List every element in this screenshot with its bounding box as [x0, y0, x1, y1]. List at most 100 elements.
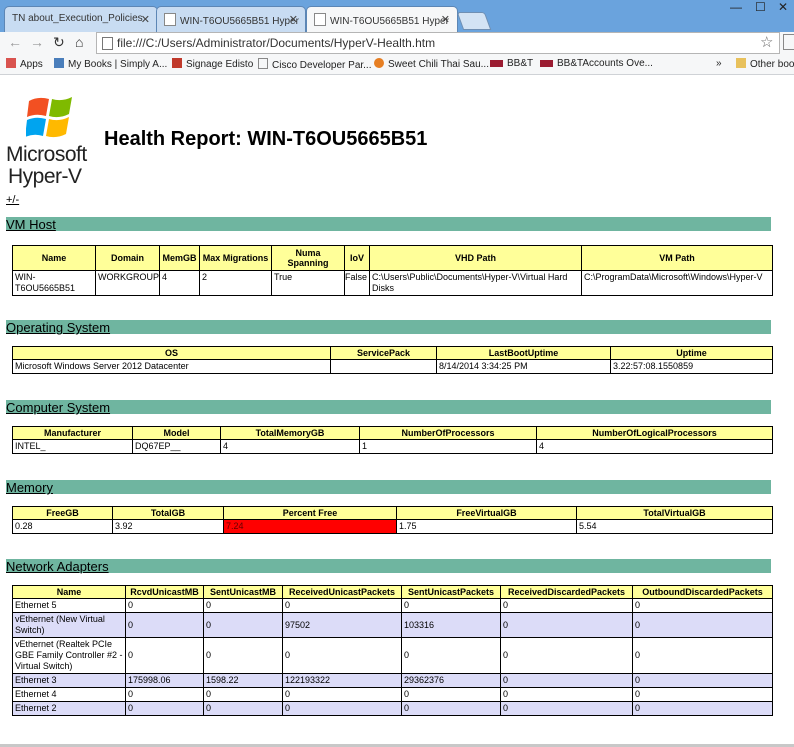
minimize-button[interactable]: — [730, 0, 742, 14]
table-header-row: Manufacturer Model TotalMemoryGB NumberO… [12, 426, 773, 440]
column-header: TotalVirtualGB [576, 506, 773, 520]
table-cell: INTEL_ [12, 439, 133, 454]
table-cell: 0 [282, 598, 402, 613]
table-row: Ethernet 2 0 0 0 0 0 0 [12, 701, 773, 716]
page-content: Microsoft Hyper-V Health Report: WIN-T6O… [0, 75, 794, 747]
table-cell: 29362376 [401, 673, 501, 688]
bookmark-icon [54, 58, 64, 68]
table-cell [330, 359, 437, 374]
table-row: vEthernet (New Virtual Switch) 0 0 97502… [12, 612, 773, 638]
bbt-icon [540, 60, 553, 67]
other-bookmarks-folder[interactable]: Other boo [736, 58, 794, 70]
table-cell: 0 [632, 687, 773, 702]
bookmark-icon [172, 58, 182, 68]
close-window-button[interactable]: ✕ [778, 0, 788, 14]
column-header: Percent Free [223, 506, 397, 520]
computer-system-table: Manufacturer Model TotalMemoryGB NumberO… [12, 426, 773, 454]
new-tab-button[interactable] [456, 12, 492, 30]
home-icon[interactable]: ⌂ [75, 34, 83, 50]
tab-execution-policies[interactable]: TN about_Execution_Policies ✕ [4, 6, 158, 32]
table-cell: 2 [199, 270, 272, 296]
table-row: Ethernet 3 175998.06 1598.22 122193322 2… [12, 673, 773, 688]
table-cell: 5.54 [576, 519, 773, 534]
close-icon[interactable]: ✕ [141, 13, 150, 26]
close-icon[interactable]: ✕ [289, 13, 298, 26]
bookmark-signage-edisto[interactable]: Signage Edisto [172, 58, 253, 70]
table-cell: 8/14/2014 3:34:25 PM [436, 359, 611, 374]
table-cell: 97502 [282, 612, 402, 638]
reload-icon[interactable]: ↻ [53, 34, 65, 51]
table-cell: 0 [632, 637, 773, 674]
bookmark-my-books[interactable]: My Books | Simply A... [54, 58, 167, 70]
bookmark-sweet-chili[interactable]: Sweet Chili Thai Sau... [374, 58, 489, 70]
table-cell: 0 [125, 701, 204, 716]
tab-title: WIN-T6OU5665B51 Hyper [330, 16, 449, 27]
table-cell: 0 [282, 701, 402, 716]
toggle-link[interactable]: +/- [6, 194, 19, 206]
table-cell: 3.22:57:08.1550859 [610, 359, 773, 374]
table-cell: 0 [500, 673, 633, 688]
column-header: Model [132, 426, 221, 440]
table-cell: Ethernet 4 [12, 687, 126, 702]
menu-icon[interactable] [783, 34, 794, 50]
table-cell: Ethernet 5 [12, 598, 126, 613]
column-header: Name [12, 245, 96, 271]
address-text: file:///C:/Users/Administrator/Documents… [117, 36, 436, 50]
table-cell: 0 [125, 598, 204, 613]
page-icon [314, 13, 326, 26]
close-icon[interactable]: ✕ [441, 13, 450, 26]
folder-icon [736, 58, 746, 68]
bookmark-apps[interactable]: Apps [6, 58, 43, 70]
table-cell: 0 [500, 687, 633, 702]
forward-arrow-icon[interactable]: → [30, 34, 44, 50]
column-header: ServicePack [330, 346, 437, 360]
table-cell: 0 [401, 598, 501, 613]
table-cell: 175998.06 [125, 673, 204, 688]
table-cell: 0 [282, 687, 402, 702]
bookmark-bbt[interactable]: BB&T [490, 58, 533, 69]
percent-free-alert-cell: 7.24 [223, 519, 397, 534]
section-network-adapters[interactable]: Network Adapters [6, 559, 771, 574]
table-row: WIN-T6OU5665B51 WORKGROUP 4 2 True False… [12, 270, 773, 296]
table-cell: True [271, 270, 345, 296]
column-header: NumberOfLogicalProcessors [536, 426, 773, 440]
tab-title: TN about_Execution_Policies [12, 13, 143, 24]
table-cell: 122193322 [282, 673, 402, 688]
tab-health-report-1[interactable]: WIN-T6OU5665B51 Hyper ✕ [156, 6, 306, 32]
table-cell: 1598.22 [203, 673, 283, 688]
column-header: SentUnicastMB [203, 585, 283, 599]
table-row: Ethernet 4 0 0 0 0 0 0 [12, 687, 773, 702]
table-cell: 0 [401, 687, 501, 702]
hyper-v-logo: Microsoft Hyper-V [6, 93, 102, 188]
memory-table: FreeGB TotalGB Percent Free FreeVirtualG… [12, 506, 773, 534]
more-bookmarks-chevron[interactable]: » [716, 58, 722, 69]
page-icon [258, 58, 268, 69]
section-operating-system[interactable]: Operating System [6, 320, 771, 335]
table-cell: 0 [203, 598, 283, 613]
address-bar[interactable]: file:///C:/Users/Administrator/Documents… [96, 32, 780, 54]
table-cell: 0 [632, 612, 773, 638]
table-cell: 0 [401, 701, 501, 716]
table-cell: 0 [632, 598, 773, 613]
section-vm-host[interactable]: VM Host [6, 217, 771, 232]
table-cell: 0 [125, 637, 204, 674]
bbt-icon [490, 60, 503, 67]
column-header: ReceivedDiscardedPackets [500, 585, 633, 599]
bookmark-bbt-accounts[interactable]: BB&TAccounts Ove... [540, 58, 653, 69]
section-computer-system[interactable]: Computer System [6, 400, 771, 415]
column-header: ReceivedUnicastPackets [282, 585, 402, 599]
section-memory[interactable]: Memory [6, 480, 771, 495]
column-header: Manufacturer [12, 426, 133, 440]
bookmark-cisco[interactable]: Cisco Developer Par... [258, 58, 372, 71]
table-row: INTEL_ DQ67EP__ 4 1 4 [12, 439, 773, 454]
maximize-button[interactable]: ☐ [755, 0, 766, 14]
logo-microsoft-text: Microsoft [6, 143, 87, 166]
table-header-row: OS ServicePack LastBootUptime Uptime [12, 346, 773, 360]
table-cell: DQ67EP__ [132, 439, 221, 454]
column-header: Uptime [610, 346, 773, 360]
table-cell: 4 [220, 439, 360, 454]
bookmark-star-icon[interactable]: ☆ [760, 33, 773, 51]
vm-host-table: Name Domain MemGB Max Migrations Numa Sp… [12, 245, 773, 296]
back-arrow-icon[interactable]: ← [8, 34, 22, 50]
tab-health-report-2[interactable]: WIN-T6OU5665B51 Hyper ✕ [306, 6, 458, 33]
